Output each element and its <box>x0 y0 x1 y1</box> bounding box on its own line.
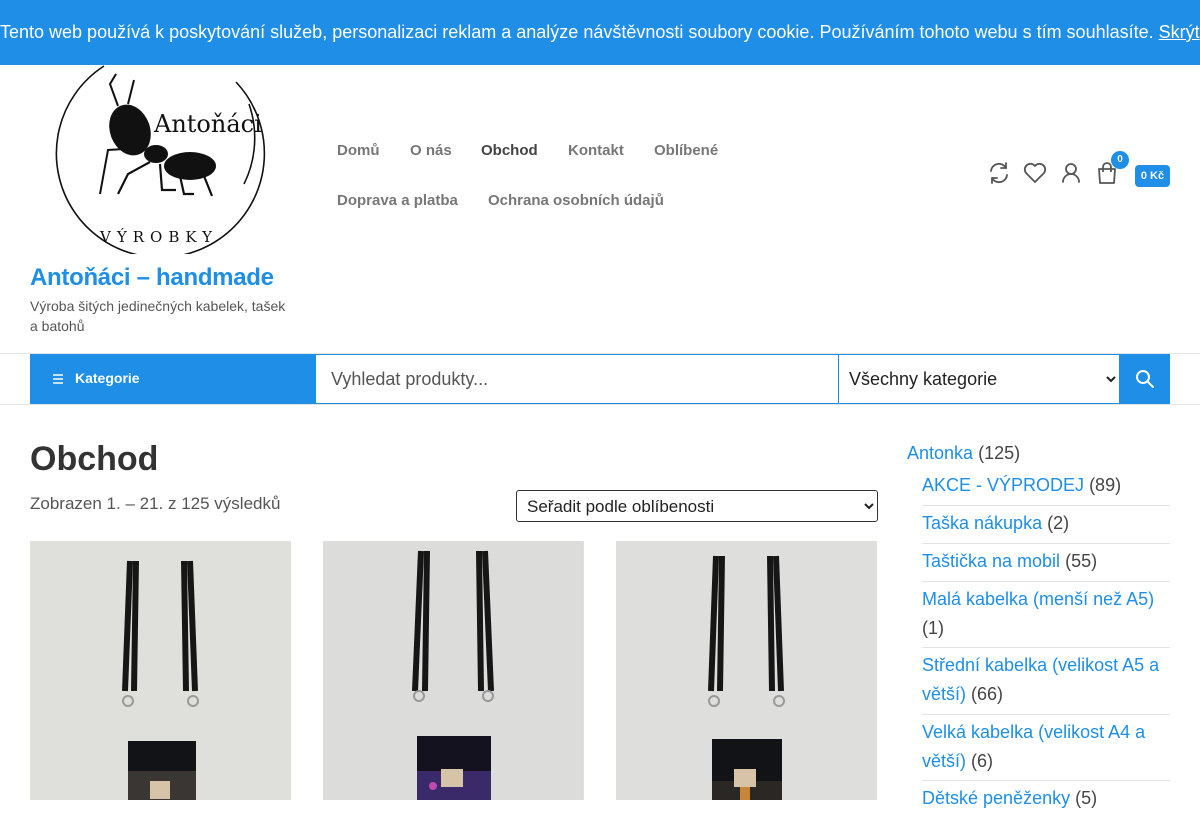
product-card[interactable] <box>616 541 877 800</box>
nav-shipping[interactable]: Doprava a platba <box>337 192 458 209</box>
product-image <box>616 541 876 800</box>
sidebar-divider <box>922 581 1170 582</box>
heart-icon[interactable] <box>1022 160 1048 186</box>
sidebar-category-count: (2) <box>1047 513 1070 533</box>
sidebar-category-item: Střední kabelka (velikost A5 a větší) (6… <box>922 651 1170 709</box>
sidebar-category-link[interactable]: Malá kabelka (menší než A5) <box>922 589 1154 609</box>
sidebar-category-count: (66) <box>971 684 1004 704</box>
sidebar-category-item: Velká kabelka (velikost A4 a větší) (6) <box>922 718 1170 776</box>
cart-count-badge: 0 <box>1111 151 1129 169</box>
product-card[interactable] <box>30 541 291 800</box>
sidebar-category-count: (125) <box>978 443 1021 463</box>
sidebar-category-item: Malá kabelka (menší než A5) (1) <box>922 585 1170 643</box>
category-select[interactable]: Všechny kategorie <box>838 354 1119 404</box>
cookie-hide-link[interactable]: Skrýt <box>1159 22 1200 42</box>
user-icon[interactable] <box>1058 160 1084 186</box>
sidebar-category-count: (89) <box>1089 475 1122 495</box>
sidebar-divider <box>922 647 1170 648</box>
sidebar-category-parent: Antonka (125) <box>907 443 1020 464</box>
sidebar-category-link[interactable]: Taštička na mobil <box>922 551 1060 571</box>
sidebar-category-link[interactable]: Taška nákupka <box>922 513 1042 533</box>
sidebar-category-link[interactable]: AKCE - VÝPRODEJ <box>922 475 1084 495</box>
sidebar-category-link[interactable]: Střední kabelka (velikost A5 a větší) <box>922 655 1159 704</box>
logo-subtext: VÝROBKY <box>99 228 218 246</box>
sidebar-category-item: AKCE - VÝPRODEJ (89) <box>922 471 1170 500</box>
nav-home[interactable]: Domů <box>337 142 380 159</box>
sidebar-divider <box>922 780 1170 781</box>
product-card[interactable] <box>323 541 584 800</box>
cookie-message: Tento web používá k poskytování služeb, … <box>0 22 1154 42</box>
sidebar-category-item: Dětské peněženky (5) <box>922 784 1170 813</box>
search-input[interactable] <box>316 354 838 404</box>
sidebar-category-count: (5) <box>1075 788 1098 808</box>
nav-favorites[interactable]: Oblíbené <box>654 142 718 159</box>
logo-wordmark: Antoňáci <box>153 110 262 138</box>
product-image <box>30 541 291 800</box>
sidebar-category-count: (55) <box>1065 551 1098 571</box>
categories-label: Kategorie <box>75 370 140 386</box>
cookie-notice: Tento web používá k poskytování služeb, … <box>0 0 1200 65</box>
cart-total[interactable]: 0 Kč <box>1135 165 1170 187</box>
search-button[interactable] <box>1119 354 1170 404</box>
sidebar-divider <box>922 543 1170 544</box>
search-icon <box>1136 370 1154 388</box>
compare-icon[interactable] <box>986 160 1012 186</box>
sidebar-category-count: (6) <box>971 751 994 771</box>
sidebar-category-link[interactable]: Antonka <box>907 443 973 463</box>
site-title[interactable]: Antoňáci – handmade <box>30 264 274 292</box>
sidebar-category-item: Taška nákupka (2) <box>922 509 1170 538</box>
nav-privacy[interactable]: Ochrana osobních údajů <box>488 192 664 209</box>
nav-about[interactable]: O nás <box>410 142 452 159</box>
sidebar-category-item: Taštička na mobil (55) <box>922 547 1170 576</box>
page-title: Obchod <box>30 440 159 478</box>
sidebar-divider <box>922 505 1170 506</box>
nav-shop[interactable]: Obchod <box>481 142 538 159</box>
product-image <box>323 541 583 800</box>
sidebar-category-link[interactable]: Velká kabelka (velikost A4 a větší) <box>922 722 1145 771</box>
site-logo[interactable]: Antoňáci VÝROBKY <box>44 44 266 259</box>
site-description: Výroba šitých jedinečných kabelek, tašek… <box>30 298 286 334</box>
search-divider <box>0 404 1200 405</box>
categories-button[interactable]: Kategorie <box>30 354 316 404</box>
sort-select[interactable]: Seřadit podle oblíbenosti <box>516 490 878 522</box>
result-count: Zobrazen 1. – 21. z 125 výsledků <box>30 494 281 513</box>
sidebar-divider <box>922 714 1170 715</box>
menu-icon <box>53 374 63 384</box>
nav-contact[interactable]: Kontakt <box>568 142 624 159</box>
sidebar-category-link[interactable]: Dětské peněženky <box>922 788 1070 808</box>
sidebar-category-count: (1) <box>922 618 944 638</box>
